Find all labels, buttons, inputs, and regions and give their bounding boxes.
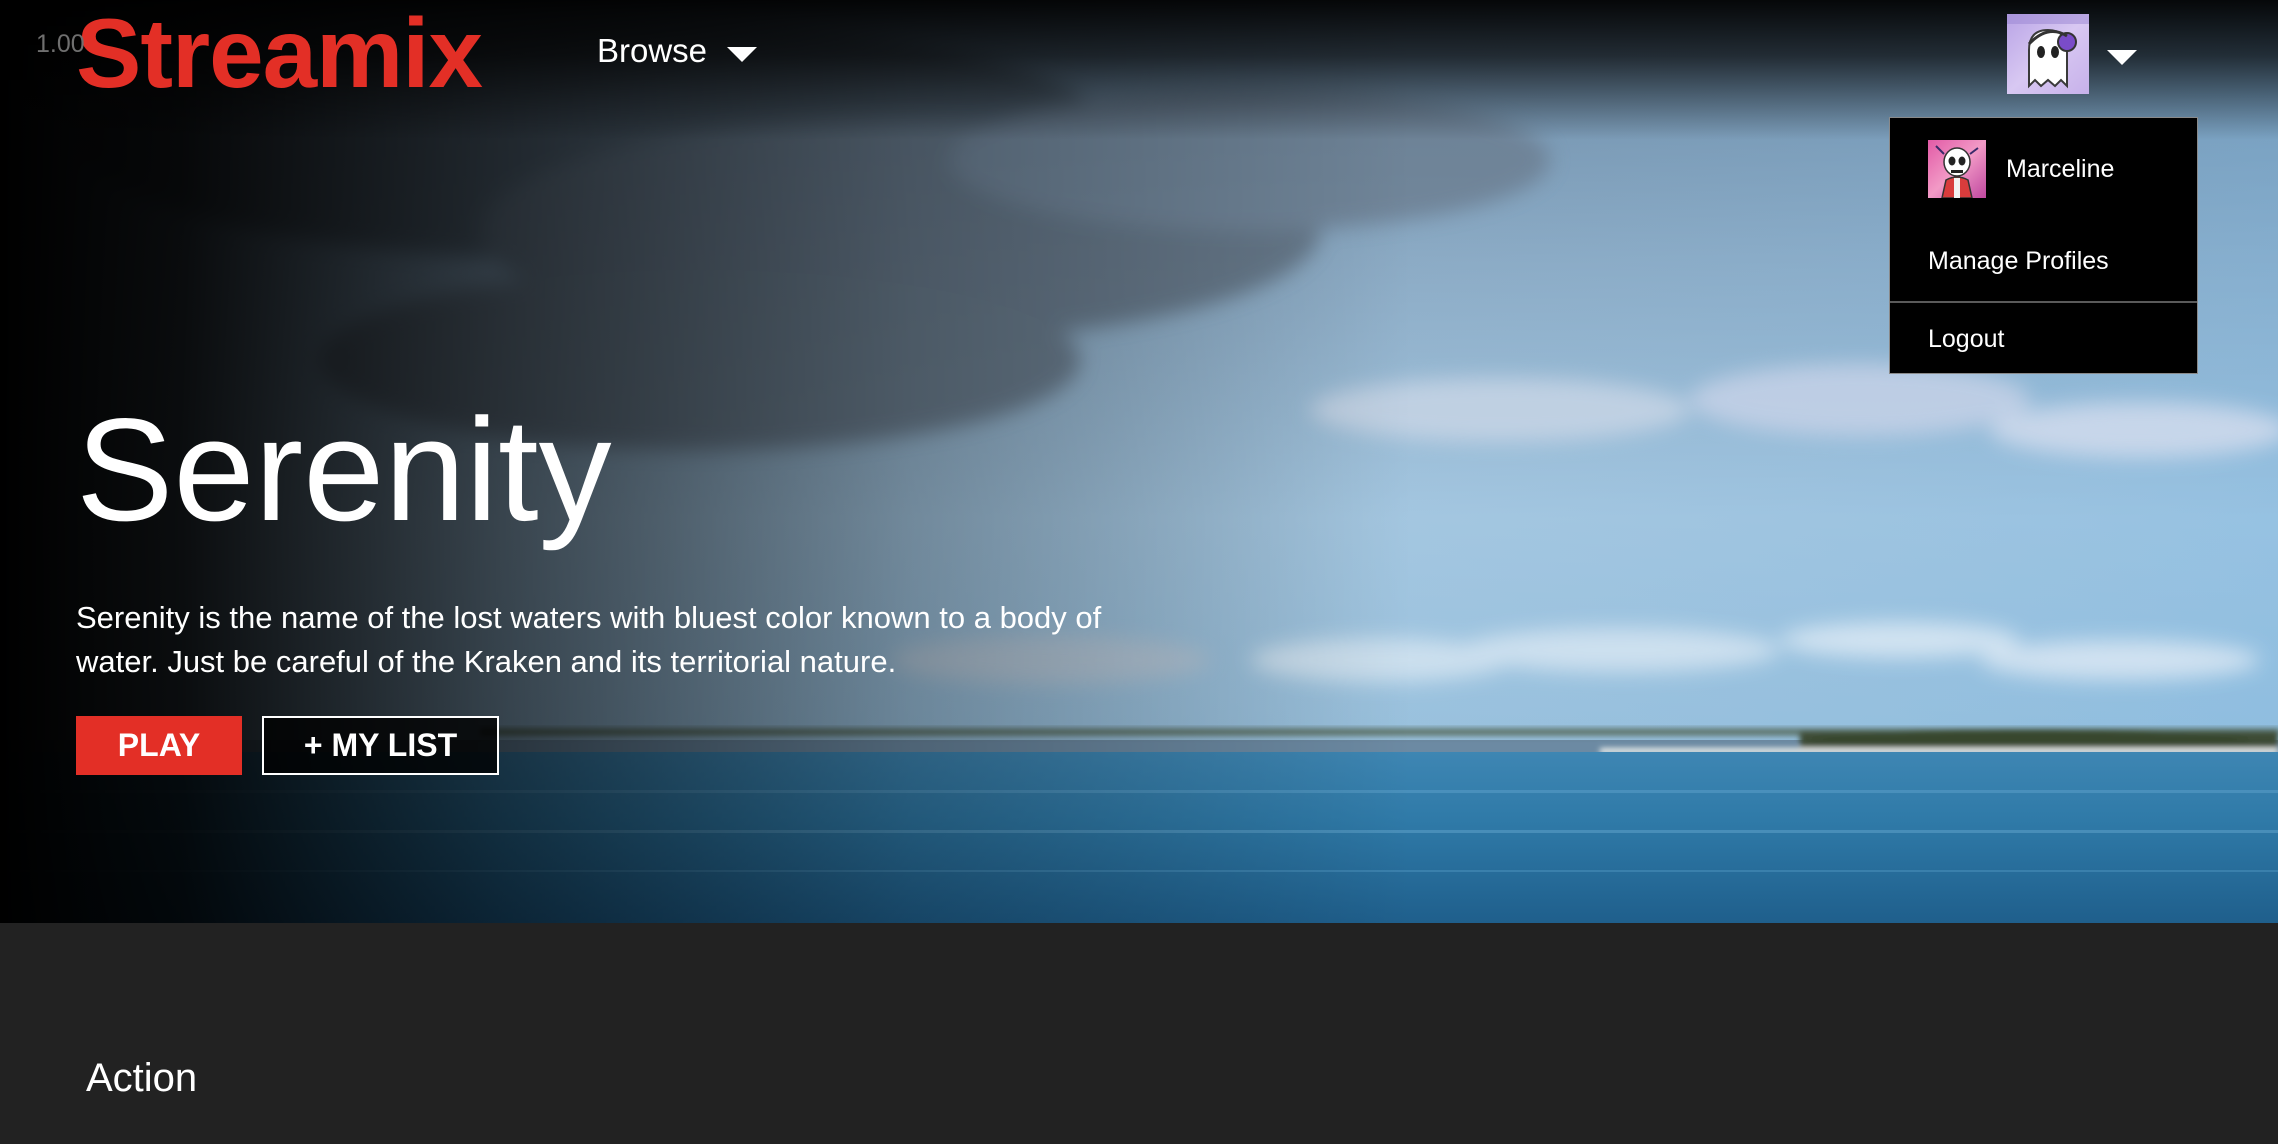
profile-menu-trigger[interactable]: [2007, 14, 2137, 94]
profile-name: Marceline: [2006, 154, 2115, 183]
logout-link[interactable]: Logout: [1928, 325, 2004, 354]
browse-menu[interactable]: Browse: [597, 32, 758, 70]
hero-title: Serenity: [76, 388, 612, 551]
fps-counter: 1.00: [36, 30, 85, 58]
streamix-page: Serenity Serenity is the name of the los…: [0, 0, 2278, 1144]
streamix-logo[interactable]: Streamix: [76, 2, 483, 105]
browse-label: Browse: [597, 32, 708, 69]
menu-divider: [1890, 301, 2197, 303]
hero-description: Serenity is the name of the lost waters …: [76, 600, 1102, 679]
caret-down-icon: [727, 46, 758, 62]
manage-profiles-link[interactable]: Manage Profiles: [1928, 247, 2109, 276]
row-title-action: Action: [86, 1056, 198, 1100]
ghost-avatar-icon: [2007, 14, 2089, 94]
profile-item-marceline[interactable]: Marceline: [1928, 140, 2114, 198]
profile-dropdown-menu: Marceline Manage Profiles Logout: [1889, 117, 2198, 374]
caret-down-icon: [2107, 49, 2137, 65]
skeleton-avatar-icon: [1928, 140, 1986, 198]
add-to-my-list-button[interactable]: + MY LIST: [262, 716, 499, 775]
play-button[interactable]: PLAY: [76, 716, 242, 775]
